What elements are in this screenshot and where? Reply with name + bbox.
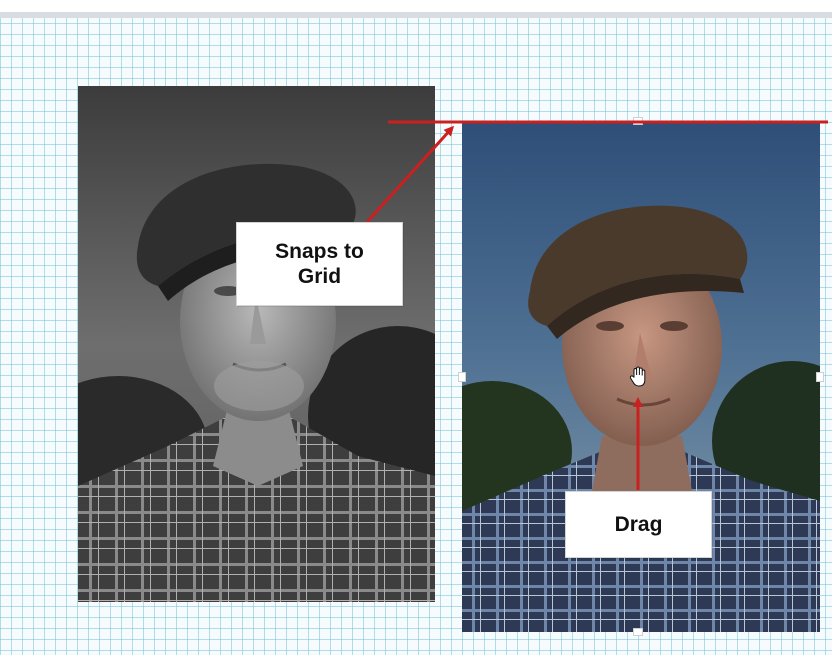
snap-arrow (365, 125, 455, 224)
snaps-to-grid-text: Snaps to Grid (275, 239, 364, 289)
snaps-label-line2: Grid (297, 265, 342, 288)
drag-callout: Drag (565, 491, 712, 558)
hand-cursor-icon (629, 366, 646, 387)
drag-label: Drag (614, 512, 663, 536)
snaps-to-grid-callout: Snaps to Grid (236, 222, 403, 306)
snaps-label-line1: Snaps to (275, 240, 364, 263)
